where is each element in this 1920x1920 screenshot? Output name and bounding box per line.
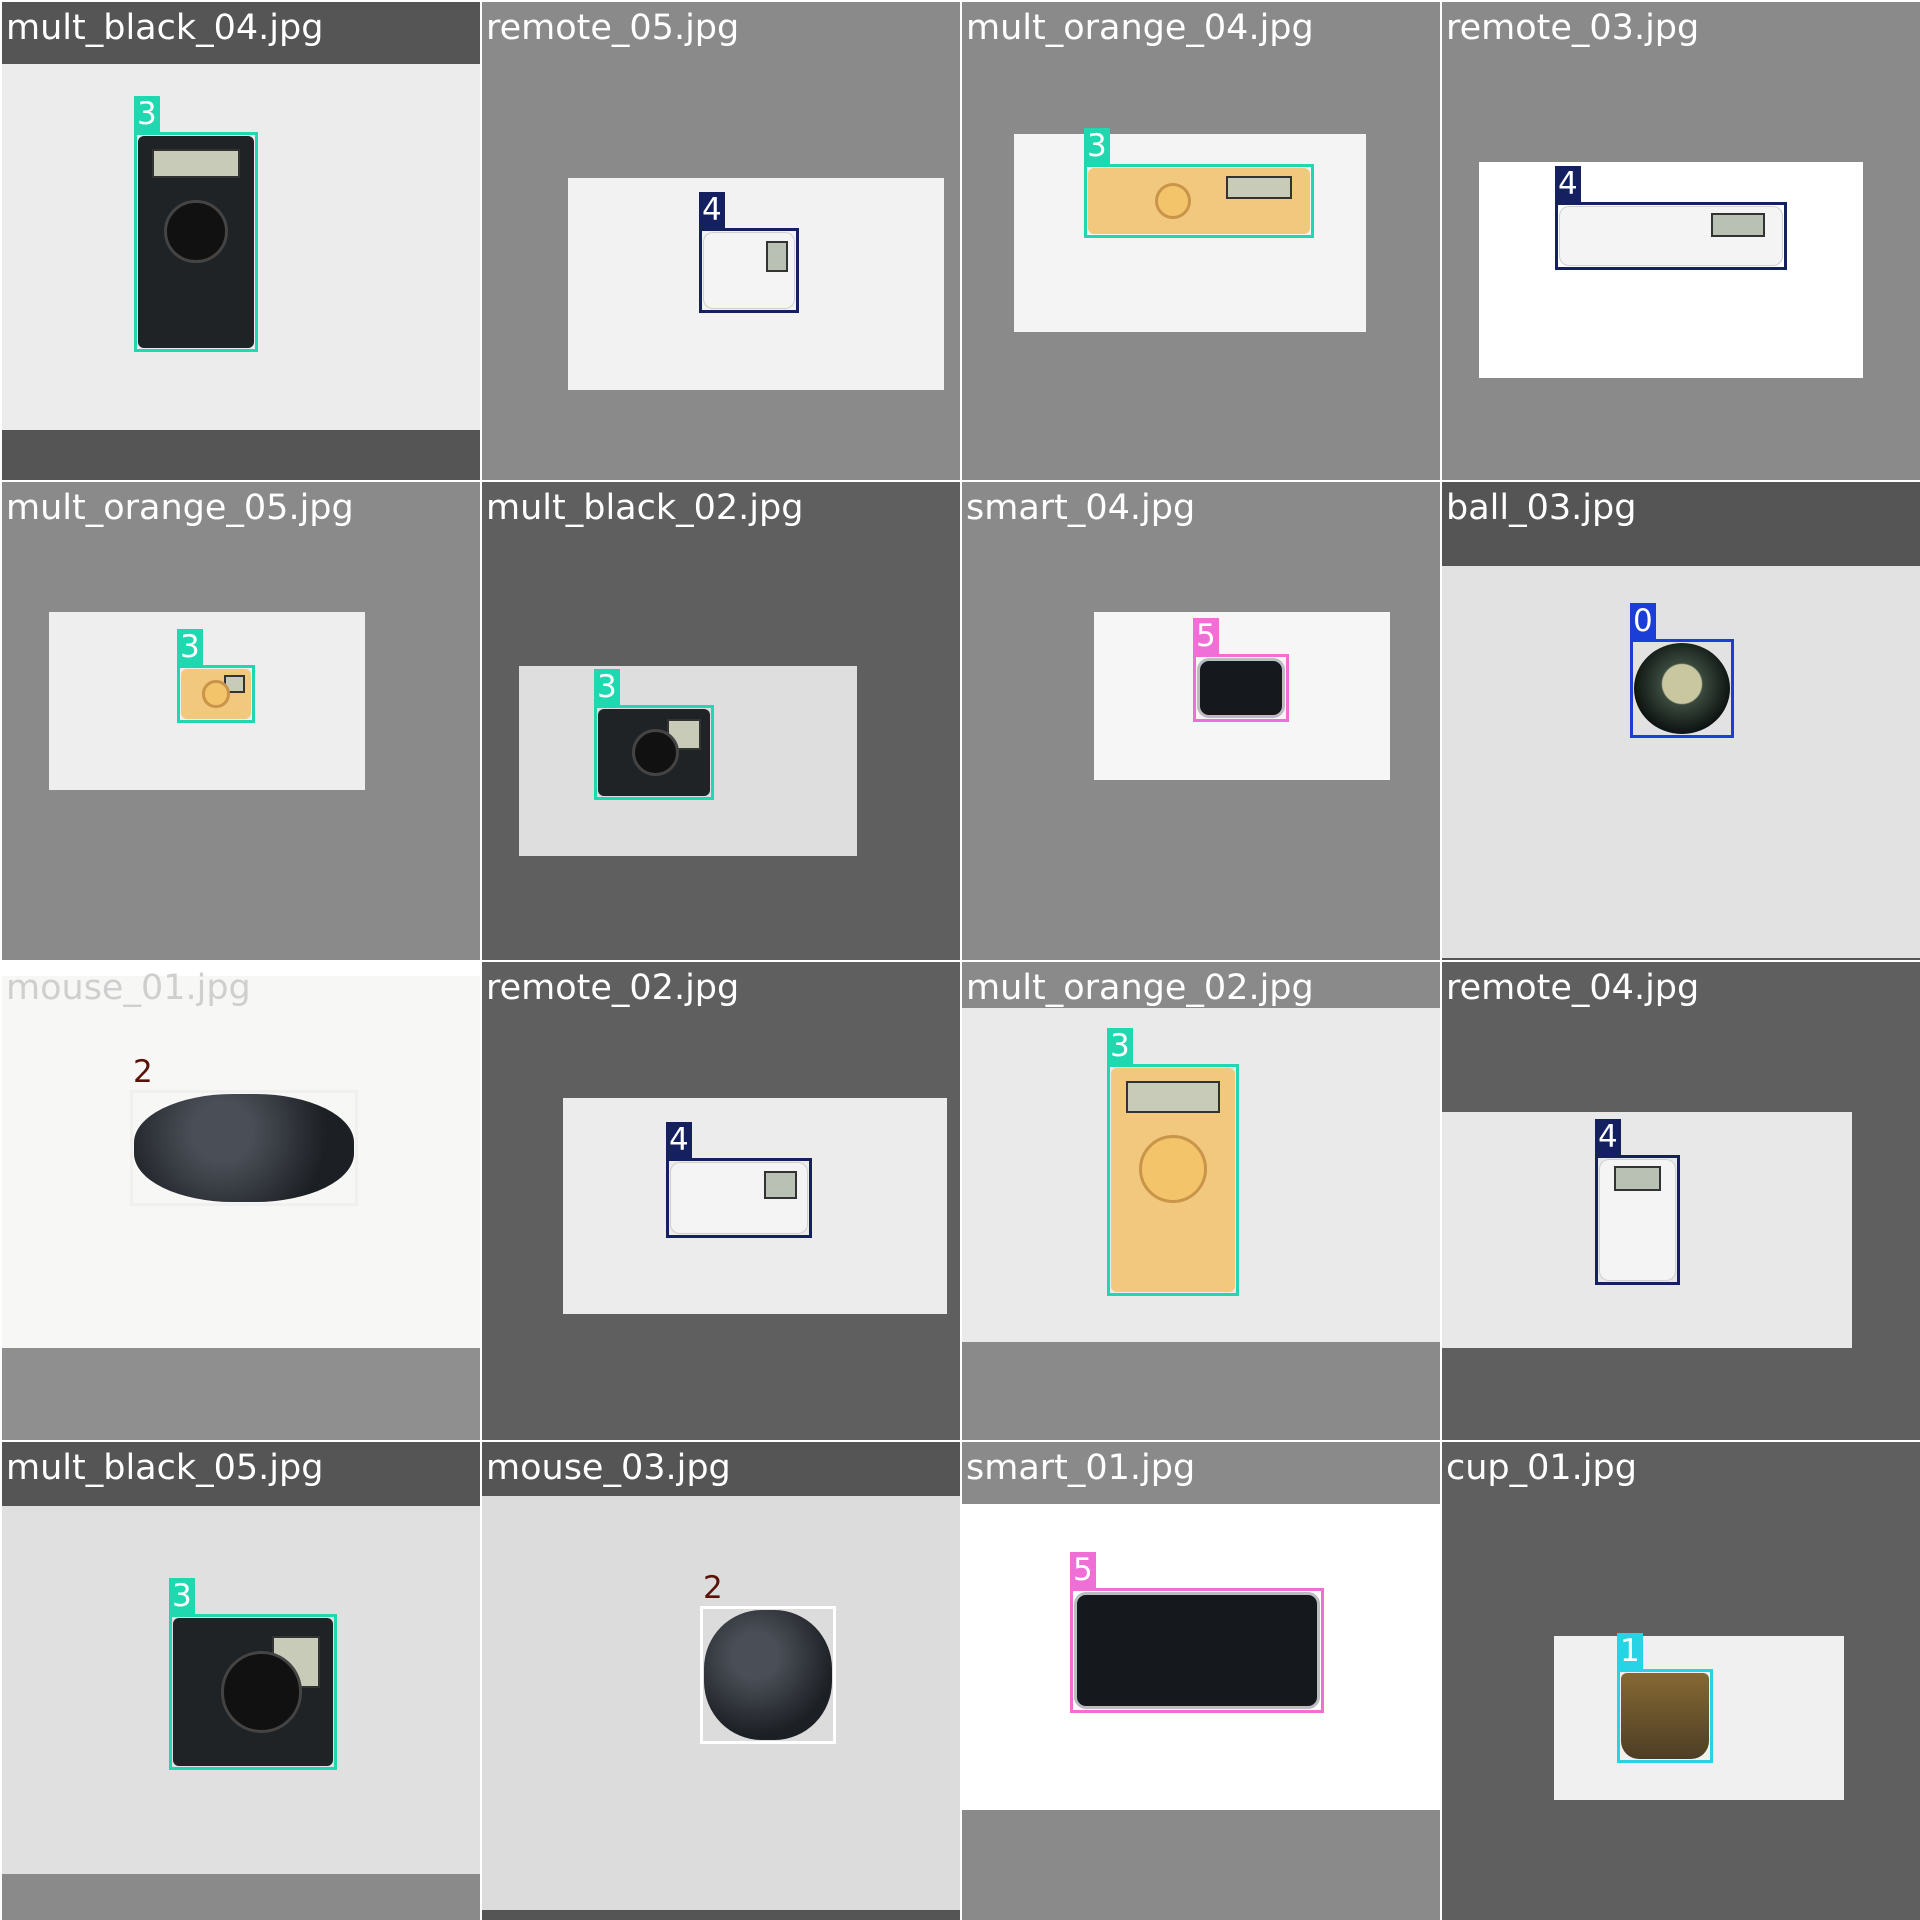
class-label: 5 [1193,618,1219,654]
bounding-box [1595,1155,1680,1285]
photo-area [1479,162,1863,378]
bounding-box [1555,202,1787,270]
image-tile: 2 mouse_01.jpg [2,962,480,1440]
image-filename: smart_04.jpg [966,488,1196,528]
photo-padding [2,1348,480,1440]
bounding-box [169,1614,337,1770]
bounding-box [1084,164,1314,238]
image-filename: mult_black_05.jpg [6,1448,324,1488]
bounding-box [666,1158,812,1238]
image-filename: mult_black_04.jpg [6,8,324,48]
image-filename: mult_black_02.jpg [486,488,804,528]
image-tile: 4 remote_03.jpg [1442,2,1920,480]
image-tile: 4 remote_02.jpg [482,962,960,1440]
bounding-box [1070,1588,1324,1713]
photo-padding [2,1874,480,1920]
image-tile: 5 smart_01.jpg [962,1442,1440,1920]
class-label: 4 [1595,1119,1621,1155]
bounding-box [1630,639,1734,738]
class-label: 3 [177,629,203,665]
image-tile: 3 mult_black_04.jpg [2,2,480,480]
class-label: 2 [703,1570,723,1606]
image-tile: 3 mult_black_02.jpg [482,482,960,960]
class-label: 5 [1070,1552,1096,1588]
bounding-box [1107,1064,1239,1296]
class-label: 3 [594,669,620,705]
image-filename: smart_01.jpg [966,1448,1196,1488]
image-filename: remote_02.jpg [486,968,740,1008]
image-tile: 4 remote_04.jpg [1442,962,1920,1440]
class-label: 3 [1084,128,1110,164]
bounding-box [134,132,258,352]
image-filename: remote_03.jpg [1446,8,1700,48]
image-mosaic-grid: 3 mult_black_04.jpg 4 remote_05.jpg 3 mult_or… [0,0,1920,1920]
bounding-box [130,1090,358,1206]
bounding-box [700,1606,836,1744]
class-label: 3 [1107,1028,1133,1064]
image-filename: remote_04.jpg [1446,968,1700,1008]
bounding-box [1193,654,1289,722]
image-tile: 3 mult_orange_05.jpg [2,482,480,960]
image-filename: ball_03.jpg [1446,488,1637,528]
photo-area [1442,566,1920,958]
class-label: 0 [1630,603,1656,639]
image-tile: 1 cup_01.jpg [1442,1442,1920,1920]
image-filename: mult_orange_02.jpg [966,968,1314,1008]
image-tile: 3 mult_black_05.jpg [2,1442,480,1920]
image-tile: 4 remote_05.jpg [482,2,960,480]
class-label: 4 [1555,166,1581,202]
bounding-box [699,228,799,313]
image-filename: mult_orange_05.jpg [6,488,354,528]
bounding-box [177,665,255,723]
image-tile: 2 mouse_03.jpg [482,1442,960,1920]
class-label: 2 [133,1054,153,1090]
image-filename: cup_01.jpg [1446,1448,1637,1488]
class-label: 3 [134,96,160,132]
bounding-box [1617,1669,1713,1763]
class-label: 3 [169,1578,195,1614]
image-tile: 3 mult_orange_04.jpg [962,2,1440,480]
image-filename: mouse_03.jpg [486,1448,731,1488]
image-tile: 5 smart_04.jpg [962,482,1440,960]
class-label: 4 [699,192,725,228]
image-filename: mouse_01.jpg [6,968,251,1008]
class-label: 1 [1617,1633,1643,1669]
class-label: 4 [666,1122,692,1158]
image-filename: remote_05.jpg [486,8,740,48]
bounding-box [594,705,714,800]
image-tile: 3 mult_orange_02.jpg [962,962,1440,1440]
image-filename: mult_orange_04.jpg [966,8,1314,48]
image-tile: 0 ball_03.jpg [1442,482,1920,960]
